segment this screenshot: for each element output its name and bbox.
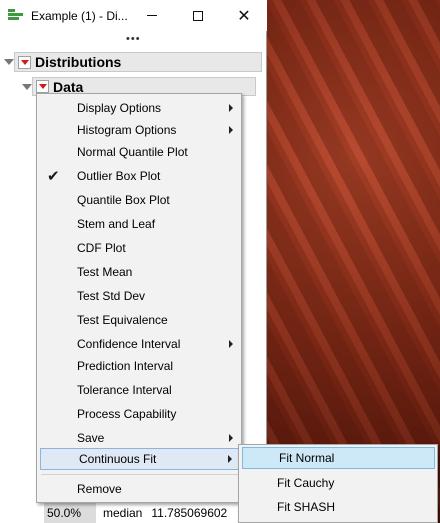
- quantiles-row: 50.0% median 11.785069602: [44, 503, 266, 523]
- minimize-icon: [147, 15, 157, 16]
- submenu-item-fit-cauchy[interactable]: Fit Cauchy: [241, 472, 435, 494]
- submenu-item-fit-normal[interactable]: Fit Normal: [242, 447, 435, 469]
- submenu-arrow-icon: [229, 126, 233, 134]
- menu-item-remove[interactable]: Remove: [39, 478, 239, 500]
- menu-item-prediction-interval[interactable]: Prediction Interval: [39, 355, 239, 377]
- quantile-label: median: [103, 506, 143, 520]
- menu-item-test-std-dev[interactable]: Test Std Dev: [39, 285, 239, 307]
- checkmark-icon: ✔: [47, 168, 60, 185]
- quantile-percent: 50.0%: [44, 503, 96, 523]
- context-menu: Display Options Histogram Options Normal…: [36, 93, 242, 503]
- menu-separator: [41, 474, 239, 475]
- menu-item-test-mean[interactable]: Test Mean: [39, 261, 239, 283]
- distributions-title: Distributions: [35, 54, 122, 70]
- menu-item-cdf-plot[interactable]: CDF Plot: [39, 237, 239, 259]
- menu-item-test-equivalence[interactable]: Test Equivalence: [39, 309, 239, 331]
- menu-item-outlier-box-plot[interactable]: ✔ Outlier Box Plot: [39, 165, 239, 187]
- disclosure-triangle-distributions[interactable]: [4, 59, 14, 65]
- submenu-arrow-icon: [228, 455, 232, 463]
- close-icon: ✕: [237, 7, 251, 25]
- quantile-value: 11.785069602: [151, 506, 228, 520]
- menu-item-save[interactable]: Save: [39, 427, 239, 449]
- menu-item-quantile-box-plot[interactable]: Quantile Box Plot: [39, 189, 239, 211]
- menu-item-tolerance-interval[interactable]: Tolerance Interval: [39, 379, 239, 401]
- submenu-item-fit-shash[interactable]: Fit SHASH: [241, 496, 435, 518]
- menu-item-continuous-fit[interactable]: Continuous Fit: [40, 448, 239, 470]
- menu-item-display-options[interactable]: Display Options: [39, 97, 239, 119]
- menu-item-normal-quantile-plot[interactable]: Normal Quantile Plot: [39, 141, 239, 163]
- continuous-fit-submenu: Fit Normal Fit Cauchy Fit SHASH: [238, 444, 438, 523]
- toolbar-grip[interactable]: •••: [126, 33, 141, 45]
- maximize-icon: [193, 10, 203, 21]
- app-icon: [8, 9, 24, 22]
- menu-item-process-capability[interactable]: Process Capability: [39, 403, 239, 425]
- menu-item-confidence-interval[interactable]: Confidence Interval: [39, 333, 239, 355]
- close-button[interactable]: ✕: [221, 0, 267, 31]
- submenu-arrow-icon: [229, 434, 233, 442]
- red-triangle-menu-icon[interactable]: [18, 55, 31, 69]
- disclosure-triangle-data[interactable]: [22, 84, 32, 90]
- menu-item-histogram-options[interactable]: Histogram Options: [39, 119, 239, 141]
- window-title: Example (1) - Di...: [31, 9, 128, 23]
- menu-item-stem-and-leaf[interactable]: Stem and Leaf: [39, 213, 239, 235]
- maximize-button[interactable]: [175, 0, 221, 31]
- minimize-button[interactable]: [129, 0, 175, 31]
- submenu-arrow-icon: [229, 340, 233, 348]
- distributions-outline-header: Distributions: [14, 52, 262, 72]
- red-triangle-menu-icon[interactable]: [36, 80, 49, 93]
- title-bar[interactable]: Example (1) - Di... ✕: [0, 0, 267, 31]
- submenu-arrow-icon: [229, 104, 233, 112]
